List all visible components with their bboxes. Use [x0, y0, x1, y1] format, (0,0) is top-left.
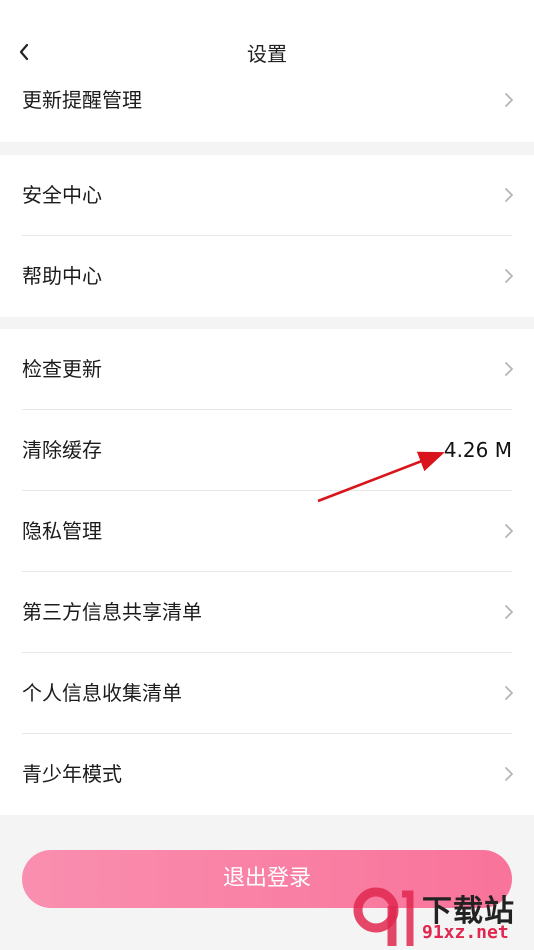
cache-size-value: 4.26 M: [443, 438, 512, 462]
row-label: 个人信息收集清单: [22, 681, 182, 705]
settings-group-2: 安全中心 帮助中心: [0, 155, 534, 317]
row-label: 帮助中心: [22, 264, 102, 288]
row-label: 隐私管理: [22, 519, 102, 543]
chevron-right-icon: [505, 686, 513, 700]
chevron-right-icon: [505, 93, 513, 107]
row-label: 青少年模式: [22, 762, 122, 786]
chevron-right-icon: [505, 605, 513, 619]
settings-group-1: 更新提醒管理: [0, 76, 534, 142]
row-label: 安全中心: [22, 183, 102, 207]
watermark-logo-icon: [353, 887, 414, 946]
row-label: 更新提醒管理: [22, 88, 142, 112]
chevron-right-icon: [505, 188, 513, 202]
chevron-right-icon: [505, 767, 513, 781]
watermark-url: 91xz.net: [422, 922, 509, 943]
row-label: 检查更新: [22, 357, 102, 381]
chevron-right-icon: [505, 269, 513, 283]
settings-group-3: 检查更新 清除缓存 4.26 M 隐私管理 第三方信息共享清单 个人信息收集清单…: [0, 329, 534, 815]
settings-row-update-reminder[interactable]: 更新提醒管理: [0, 60, 534, 141]
settings-row-clear-cache[interactable]: 清除缓存 4.26 M: [0, 410, 534, 491]
row-label: 第三方信息共享清单: [22, 600, 202, 624]
chevron-right-icon: [505, 362, 513, 376]
settings-row-check-update[interactable]: 检查更新: [0, 329, 534, 410]
settings-row-teen-mode[interactable]: 青少年模式: [0, 734, 534, 815]
settings-row-personal-info-collection[interactable]: 个人信息收集清单: [0, 653, 534, 734]
settings-row-privacy[interactable]: 隐私管理: [0, 491, 534, 572]
settings-row-security-center[interactable]: 安全中心: [0, 155, 534, 236]
settings-row-help-center[interactable]: 帮助中心: [0, 236, 534, 317]
row-label: 清除缓存: [22, 438, 102, 462]
watermark: 下载站 91xz.net: [352, 886, 530, 948]
chevron-right-icon: [505, 524, 513, 538]
settings-row-third-party-sharing[interactable]: 第三方信息共享清单: [0, 572, 534, 653]
